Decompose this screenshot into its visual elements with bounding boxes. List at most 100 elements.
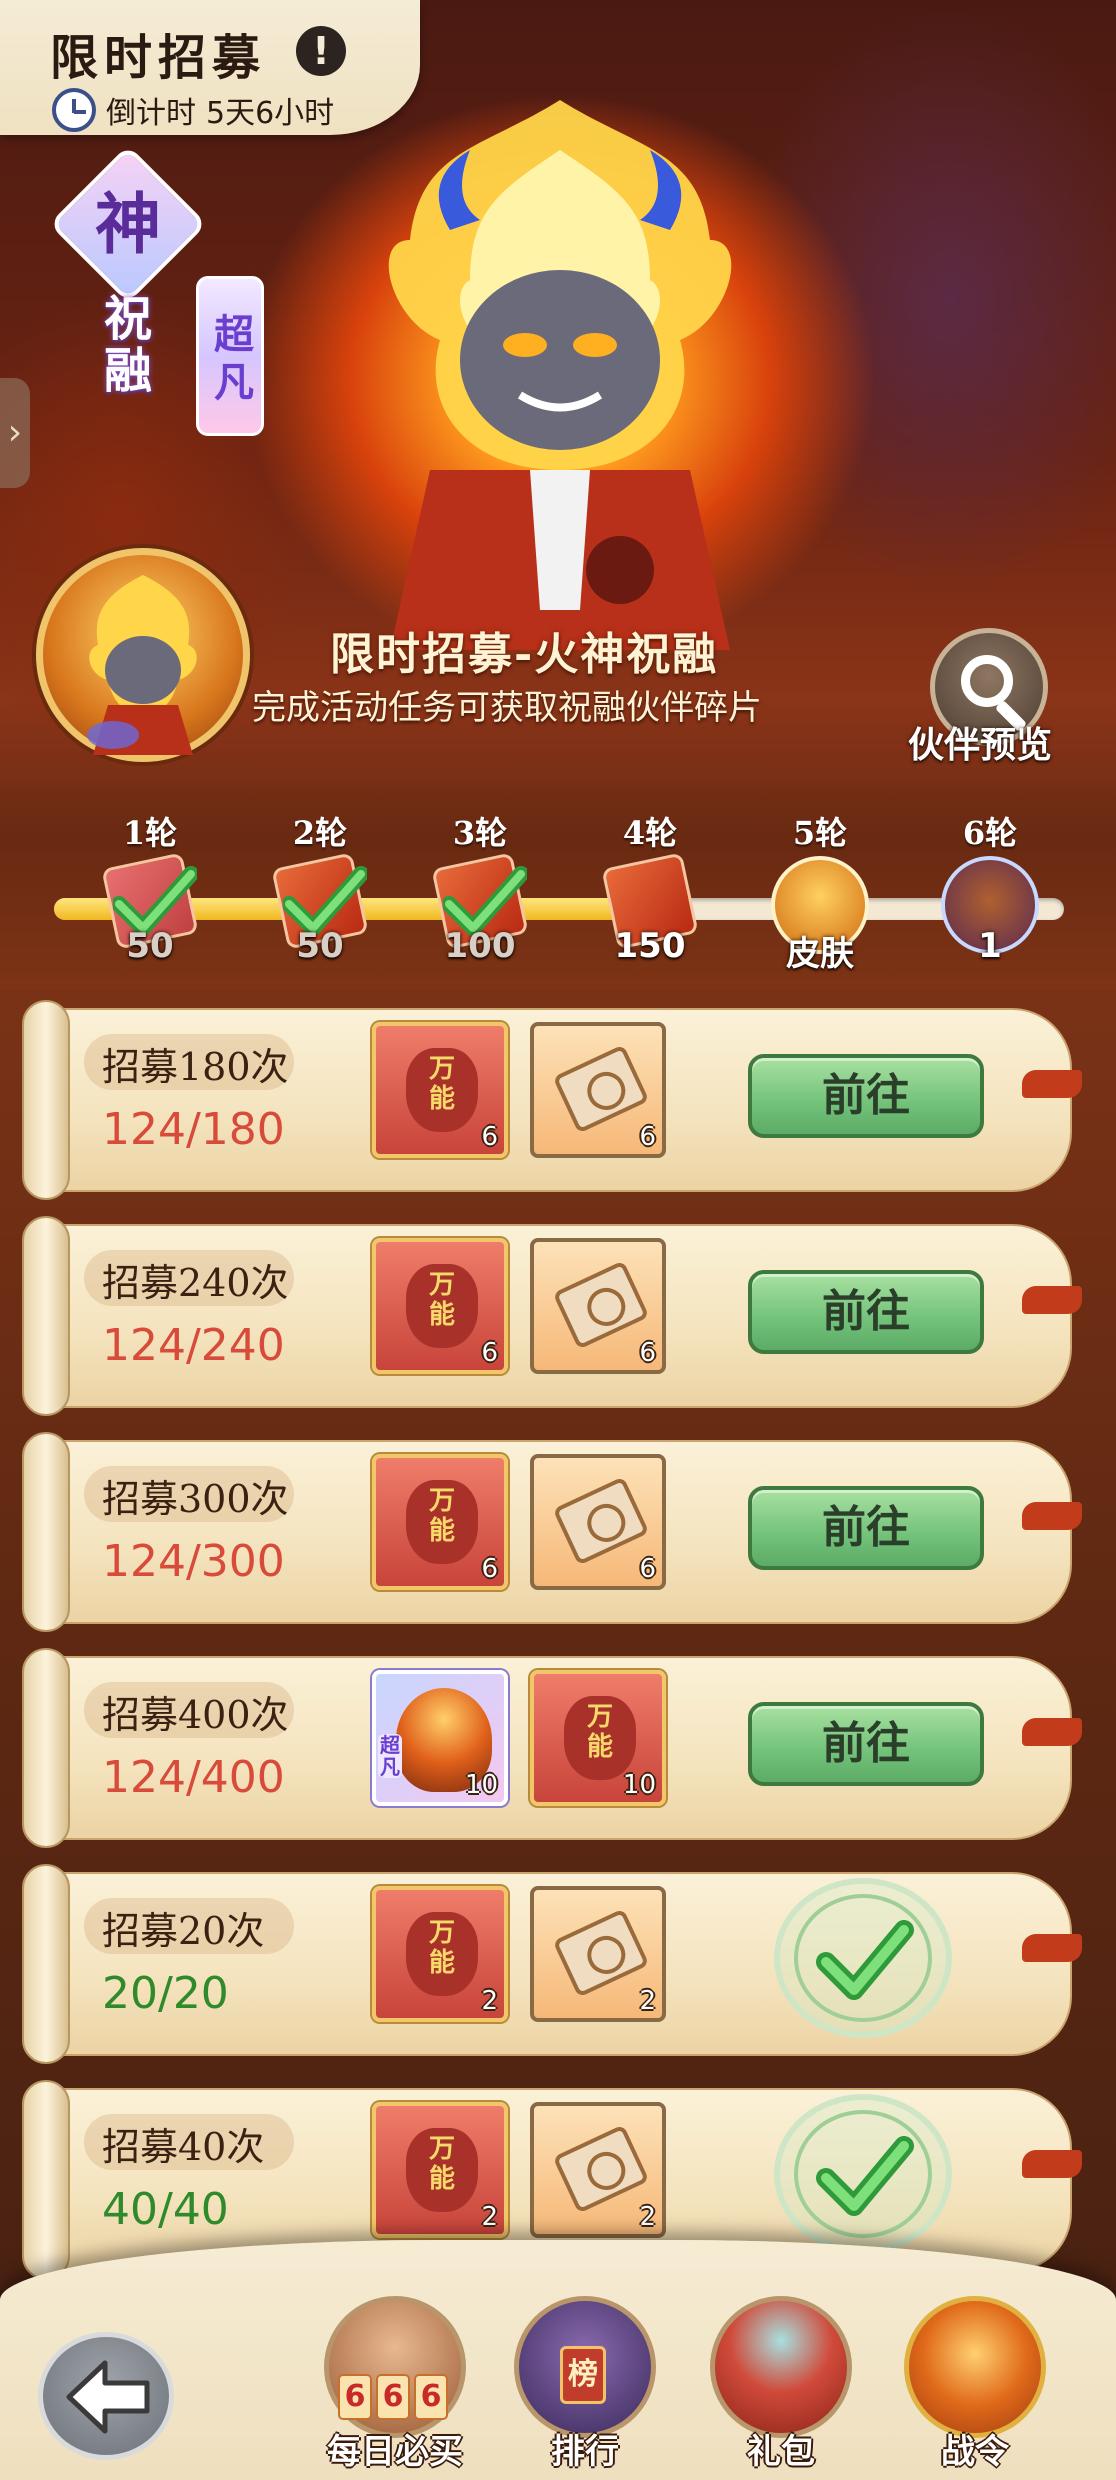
check-icon bbox=[816, 1920, 914, 2000]
round-amount: 150 bbox=[614, 926, 686, 966]
round-amount: 1 bbox=[978, 926, 1002, 966]
recruit-scroll-icon bbox=[552, 1476, 650, 1566]
recruit-scroll-item[interactable]: 2 bbox=[530, 1886, 666, 2022]
task-name: 招募300次 bbox=[102, 1477, 289, 1521]
task-progress: 124/400 bbox=[102, 1752, 285, 1803]
round-label: 3轮 bbox=[452, 814, 508, 852]
rank-sign: 榜 bbox=[560, 2346, 606, 2404]
recruit-scroll-icon bbox=[552, 1044, 650, 1134]
item-count: 10 bbox=[464, 1770, 498, 1800]
dock-item-daily-deal[interactable]: 6 6 6 每日必买 bbox=[320, 2296, 470, 2476]
scroll-tassel bbox=[1022, 1718, 1082, 1746]
task-name: 招募20次 bbox=[102, 1909, 265, 1953]
dock-label-daily-deal: 每日必买 bbox=[327, 2432, 463, 2472]
back-button[interactable] bbox=[38, 2332, 174, 2460]
round-milestone[interactable]: 2轮 50 bbox=[260, 808, 380, 966]
round-label: 6轮 bbox=[962, 814, 1018, 852]
item-count: 2 bbox=[639, 2202, 656, 2232]
dock-label-gift-bag: 礼包 bbox=[747, 2432, 815, 2472]
wild-card-item[interactable]: 万能 6 bbox=[372, 1454, 508, 1590]
countdown: 倒计时 5天6小时 bbox=[52, 88, 334, 132]
task-row: 招募400次 124/400 超凡 10 万能 10 前往 bbox=[22, 1648, 1082, 1848]
expand-side-panel-button[interactable]: › bbox=[0, 378, 30, 488]
task-name: 招募400次 bbox=[102, 1693, 289, 1737]
event-description: 完成活动任务可获取祝融伙伴碎片 bbox=[252, 688, 762, 728]
round-reward: 50 bbox=[95, 852, 205, 966]
wild-card-item[interactable]: 万能 6 bbox=[372, 1238, 508, 1374]
scroll-tassel bbox=[1022, 2150, 1082, 2178]
round-reward: 50 bbox=[265, 852, 375, 966]
round-label: 2轮 bbox=[292, 814, 348, 852]
round-milestone[interactable]: 6轮 1 bbox=[930, 808, 1050, 966]
task-row: 招募180次 124/180 万能 6 6 前往 bbox=[22, 1000, 1082, 1200]
event-title: 限时招募-火神祝融 bbox=[330, 629, 719, 680]
task-name: 招募240次 bbox=[102, 1261, 289, 1305]
wild-card-text: 万能 bbox=[428, 1054, 455, 1114]
scroll-roll bbox=[22, 1432, 70, 1632]
task-progress: 124/180 bbox=[102, 1104, 285, 1155]
completed-stamp bbox=[774, 1878, 952, 2038]
go-button[interactable]: 前往 bbox=[748, 1486, 984, 1570]
round-label: 1轮 bbox=[122, 814, 178, 852]
back-arrow-icon bbox=[66, 2360, 150, 2434]
hero-avatar[interactable] bbox=[36, 548, 250, 762]
round-reward: 1 bbox=[935, 852, 1045, 966]
item-count: 6 bbox=[481, 1122, 498, 1152]
round-milestone[interactable]: 4轮 150 bbox=[590, 808, 710, 966]
partner-preview-label[interactable]: 伙伴预览 bbox=[908, 716, 1052, 768]
dock-item-battle-pass[interactable]: 战令 bbox=[900, 2296, 1050, 2476]
info-icon[interactable]: ! bbox=[296, 26, 346, 76]
wild-card-text: 万能 bbox=[586, 1702, 613, 1762]
title-panel: 限时招募 ! 倒计时 5天6小时 bbox=[0, 0, 420, 135]
wild-card-text: 万能 bbox=[428, 1486, 455, 1546]
round-amount: 皮肤 bbox=[786, 934, 854, 974]
task-row: 招募20次 20/20 万能 2 2 bbox=[22, 1864, 1082, 2064]
round-milestone[interactable]: 1轮 50 bbox=[90, 808, 210, 966]
wild-card-item[interactable]: 万能 6 bbox=[372, 1022, 508, 1158]
round-reward: 100 bbox=[425, 852, 535, 966]
round-milestone[interactable]: 5轮皮肤 bbox=[760, 808, 880, 974]
task-row: 招募300次 124/300 万能 6 6 前往 bbox=[22, 1432, 1082, 1632]
round-label: 5轮 bbox=[792, 814, 848, 852]
dock-item-ranking[interactable]: 榜 排行 bbox=[510, 2296, 660, 2476]
item-count: 10 bbox=[622, 1770, 656, 1800]
recruit-scroll-item[interactable]: 2 bbox=[530, 2102, 666, 2238]
hero-type-label: 祝融 bbox=[95, 293, 151, 397]
scroll-tassel bbox=[1022, 1934, 1082, 1962]
hero-card-item[interactable]: 超凡 10 bbox=[372, 1670, 508, 1806]
wild-card-text: 万能 bbox=[428, 1270, 455, 1330]
recruit-scroll-icon bbox=[552, 1260, 650, 1350]
scroll-roll bbox=[22, 1000, 70, 1200]
task-row: 招募240次 124/240 万能 6 6 前往 bbox=[22, 1216, 1082, 1416]
round-amount: 100 bbox=[444, 926, 516, 966]
go-button[interactable]: 前往 bbox=[748, 1270, 984, 1354]
recruit-scroll-item[interactable]: 6 bbox=[530, 1022, 666, 1158]
dock-item-gift-bag[interactable]: 礼包 bbox=[706, 2296, 856, 2476]
dock-label-ranking: 排行 bbox=[551, 2432, 619, 2472]
scroll-roll bbox=[22, 1648, 70, 1848]
item-count: 2 bbox=[481, 1986, 498, 2016]
task-progress: 20/20 bbox=[102, 1968, 229, 2019]
fire-god-hero-art bbox=[388, 100, 732, 650]
wild-card-item[interactable]: 万能 10 bbox=[530, 1670, 666, 1806]
task-progress: 124/240 bbox=[102, 1320, 285, 1371]
battle-pass-icon bbox=[904, 2296, 1046, 2438]
go-button[interactable]: 前往 bbox=[748, 1054, 984, 1138]
recruit-scroll-icon bbox=[552, 1908, 650, 1998]
go-button[interactable]: 前往 bbox=[748, 1702, 984, 1786]
wild-card-item[interactable]: 万能 2 bbox=[372, 1886, 508, 2022]
rarity-badge: 超凡 bbox=[196, 276, 264, 436]
daily-cards: 6 6 6 bbox=[338, 2374, 448, 2420]
round-milestone[interactable]: 3轮 100 bbox=[420, 808, 540, 966]
item-count: 6 bbox=[481, 1338, 498, 1368]
recruit-event-screen: 限时招募 ! 倒计时 5天6小时 神 祝融 超凡 › 限时招募-火神祝融 完成活… bbox=[0, 0, 1116, 2480]
gift-bag-icon bbox=[710, 2296, 852, 2438]
page-title: 限时招募 bbox=[50, 30, 267, 86]
recruit-scroll-item[interactable]: 6 bbox=[530, 1454, 666, 1590]
countdown-label: 倒计时 bbox=[106, 96, 196, 131]
wild-card-text: 万能 bbox=[428, 1918, 455, 1978]
recruit-scroll-item[interactable]: 6 bbox=[530, 1238, 666, 1374]
check-icon bbox=[816, 2136, 914, 2216]
wild-card-item[interactable]: 万能 2 bbox=[372, 2102, 508, 2238]
item-count: 6 bbox=[639, 1554, 656, 1584]
